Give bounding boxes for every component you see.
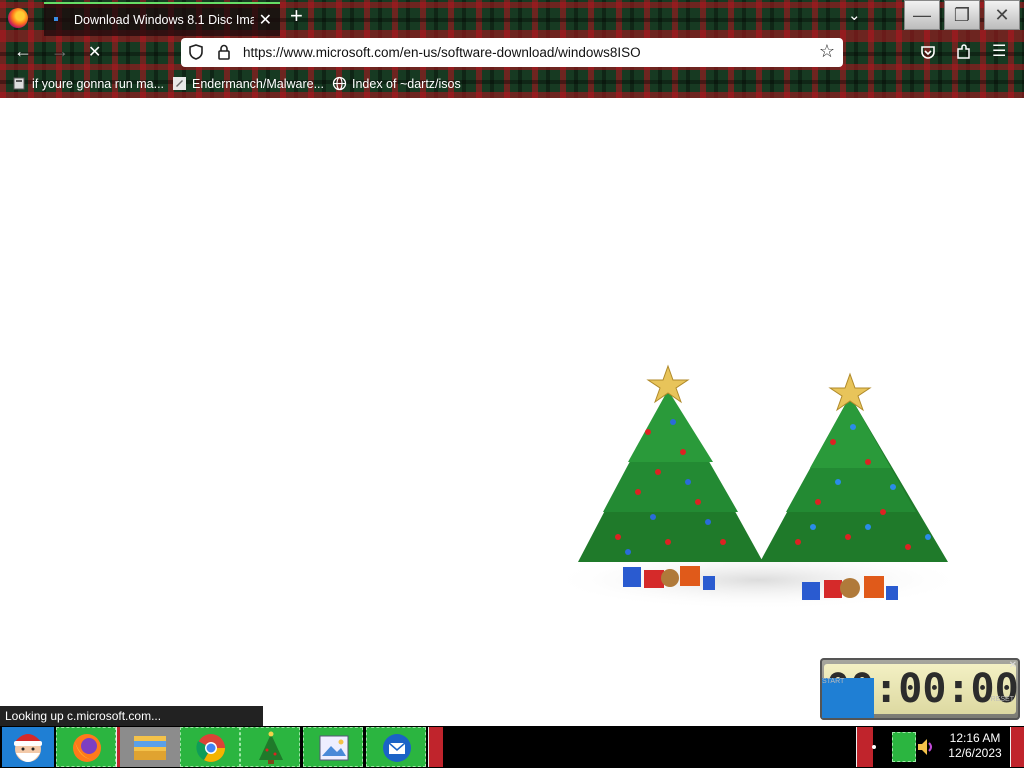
tray-separator [856, 727, 873, 767]
taskbar-firefox[interactable] [56, 727, 116, 767]
page-icon [173, 77, 186, 90]
lock-icon[interactable] [217, 44, 231, 60]
start-button[interactable] [2, 727, 54, 767]
bookmark-label: if youre gonna run ma... [32, 76, 165, 91]
back-button[interactable]: ← [14, 41, 32, 62]
firefox-icon [73, 734, 101, 762]
bookmark-label: Endermanch/Malware... [192, 76, 325, 91]
status-panel: Looking up c.microsoft.com... [0, 706, 263, 726]
tab-bar: Download Windows 8.1 Disc Image ✕ + ⌄ — … [0, 0, 1024, 36]
taskbar: 12:16 AM 12/6/2023 [0, 726, 1024, 768]
timer-close-button[interactable]: ✕ [1009, 660, 1017, 671]
system-clock[interactable]: 12:16 AM 12/6/2023 [938, 731, 1012, 761]
clock-time: 12:16 AM [949, 731, 1001, 745]
bookmark-item[interactable]: Endermanch/Malware... [172, 76, 324, 91]
christmas-trees-decoration [548, 364, 968, 610]
close-window-button[interactable]: ✕ [984, 0, 1020, 30]
taskbar-file-explorer[interactable] [120, 727, 180, 767]
tray-dot-icon[interactable] [872, 745, 876, 749]
taskbar-christmas-tree[interactable] [240, 727, 300, 767]
clock-date: 12/6/2023 [948, 746, 1002, 760]
firefox-logo-icon [8, 8, 28, 28]
timer-reset-button[interactable]: RESET [991, 696, 1014, 703]
christmas-tree-icon [578, 364, 763, 590]
show-desktop-button[interactable] [1010, 727, 1024, 767]
extensions-icon[interactable] [956, 44, 972, 60]
volume-icon[interactable] [916, 736, 936, 758]
book-icon [13, 77, 25, 90]
tab-favicon-icon [54, 17, 58, 21]
pocket-icon[interactable] [920, 44, 936, 60]
url-text[interactable]: https://www.microsoft.com/en-us/software… [243, 45, 641, 60]
bookmark-item[interactable]: Index of ~dartz/isos [332, 76, 461, 91]
timer-start-button[interactable]: START [822, 678, 874, 718]
stop-button[interactable]: ✕ [88, 42, 101, 62]
menu-icon[interactable]: ☰ [992, 41, 1006, 61]
minimize-button[interactable]: — [904, 0, 940, 30]
url-bar[interactable]: https://www.microsoft.com/en-us/software… [181, 38, 843, 67]
thunderbird-icon [383, 734, 411, 762]
tab-active[interactable]: Download Windows 8.1 Disc Image ✕ [44, 2, 280, 36]
bookmark-star-icon[interactable]: ☆ [819, 41, 835, 62]
maximize-button[interactable]: ❐ [944, 0, 980, 30]
bookmark-item[interactable]: if youre gonna run ma... [12, 76, 164, 91]
photo-viewer-icon [319, 735, 349, 761]
file-explorer-icon [134, 736, 166, 760]
taskbar-separator [428, 727, 443, 767]
taskbar-thunderbird[interactable] [366, 727, 426, 767]
bookmarks-toolbar: if youre gonna run ma... Endermanch/Malw… [0, 70, 1024, 98]
shield-icon[interactable] [189, 44, 203, 60]
taskbar-photo-viewer[interactable] [303, 727, 363, 767]
forward-button[interactable]: → [51, 41, 69, 62]
santa-start-icon [14, 734, 42, 762]
new-tab-button[interactable]: + [290, 5, 303, 27]
bookmark-label: Index of ~dartz/isos [352, 76, 461, 91]
tab-title: Download Windows 8.1 Disc Image [74, 13, 254, 27]
network-icon[interactable] [892, 732, 916, 762]
countdown-timer-widget[interactable]: 00:00:00 ✕ START RESET [820, 658, 1020, 720]
globe-icon [332, 76, 347, 91]
christmas-tree-icon [259, 731, 283, 764]
list-all-tabs-button[interactable]: ⌄ [848, 6, 861, 24]
taskbar-chrome[interactable] [180, 727, 240, 767]
chrome-icon [196, 734, 225, 762]
tab-close-icon[interactable]: ✕ [259, 10, 272, 30]
navigation-toolbar: ← → ✕ https://www.microsoft.com/en-us/so… [0, 36, 1024, 70]
